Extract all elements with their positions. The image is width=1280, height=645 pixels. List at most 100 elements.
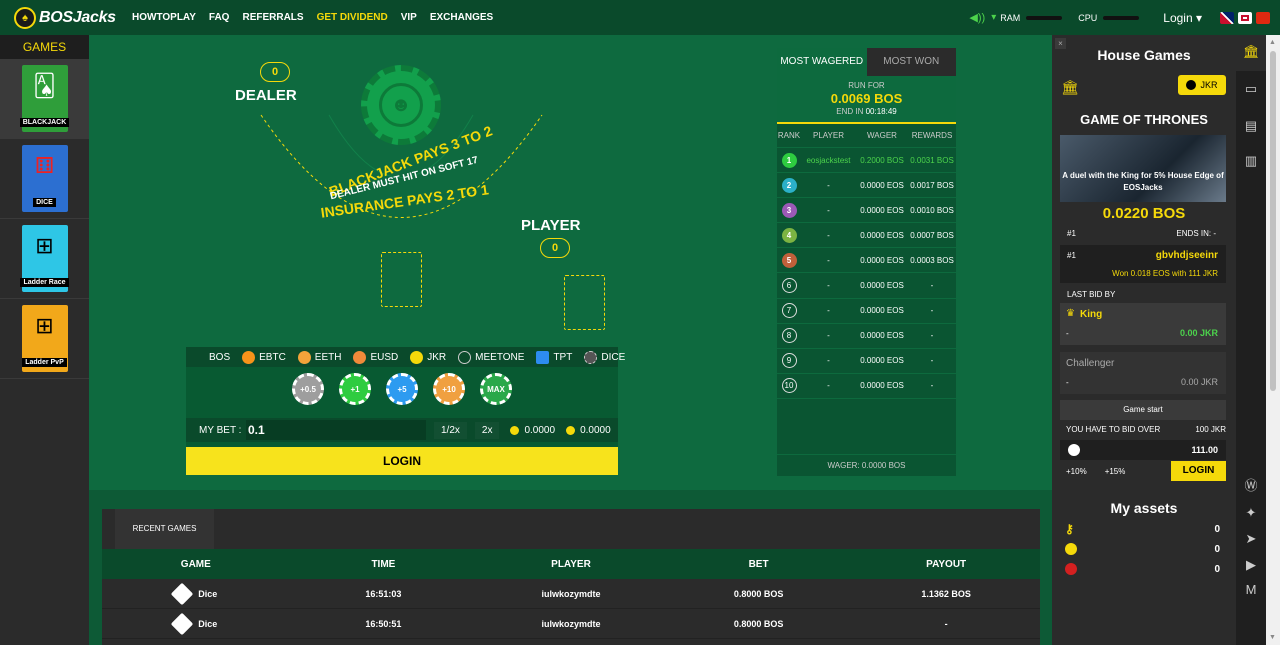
currency-meetone[interactable]: MEETONE xyxy=(458,350,524,364)
news-icon[interactable]: ▤ xyxy=(1243,118,1259,134)
chip-5[interactable]: +5 xyxy=(386,373,418,405)
flag-kr-icon[interactable] xyxy=(1238,11,1252,24)
got-banner: A duel with the King for 5% House Edge o… xyxy=(1060,135,1226,202)
wager-cell: 0.0000 EOS xyxy=(860,331,904,341)
header-rank: RANK xyxy=(777,131,801,140)
cpu-meter xyxy=(1103,15,1140,20)
got-title: GAME OF THRONES xyxy=(1080,112,1208,127)
house-login-button[interactable]: LOGIN xyxy=(1171,461,1226,481)
game-start-button[interactable]: Game start xyxy=(1060,400,1226,420)
bet-amount-input[interactable]: 0.1 xyxy=(246,420,426,440)
reward-cell: - xyxy=(930,281,934,291)
tab-most-won[interactable]: MOST WON xyxy=(866,48,956,76)
rank-badge: 8 xyxy=(781,328,797,344)
wallet-icon[interactable]: ▭ xyxy=(1243,81,1259,97)
dice-coin-icon xyxy=(584,350,598,364)
chip-max[interactable]: MAX xyxy=(480,373,512,405)
rank-badge: 10 xyxy=(781,378,797,394)
login-button[interactable]: LOGIN xyxy=(186,447,618,475)
bid-amount-input[interactable]: 111.00 xyxy=(1060,440,1226,460)
logo-text: BOSJacks xyxy=(39,8,116,26)
youtube-icon[interactable]: ▶ xyxy=(1243,557,1259,573)
plus-10-button[interactable]: +10% xyxy=(1066,467,1087,476)
chip-10[interactable]: +10 xyxy=(433,373,465,405)
ladder-icon: ⊞ Ladder Race xyxy=(20,225,69,292)
currency-eeth[interactable]: EETH xyxy=(297,350,341,364)
wager-cell: 0.0000 EOS xyxy=(860,306,904,316)
player-score: 0 xyxy=(540,238,570,258)
wifi-icon: ▾ xyxy=(991,12,997,23)
currency-dice[interactable]: DICE xyxy=(584,350,625,364)
scroll-down-icon[interactable]: ▼ xyxy=(1269,634,1276,641)
nav-faq[interactable]: FAQ xyxy=(209,12,230,23)
jkr-icon xyxy=(1068,444,1080,456)
header-time: TIME xyxy=(371,558,396,570)
leaderboard-row: 3 - 0.0000 EOS 0.0010 BOS xyxy=(777,198,956,224)
flag-uk-icon[interactable] xyxy=(1220,11,1234,24)
bank-icon[interactable]: 🏛 xyxy=(1243,44,1260,60)
currency-jkr[interactable]: JKR xyxy=(410,350,446,364)
logo[interactable]: ♠ BOSJacks xyxy=(14,6,132,29)
key-icon: ⚷ xyxy=(1065,522,1074,536)
medium-icon[interactable]: M xyxy=(1243,582,1259,598)
reward-cell: 0.0007 BOS xyxy=(910,230,954,240)
reward-cell: - xyxy=(930,381,934,391)
scroll-up-icon[interactable]: ▲ xyxy=(1269,39,1276,46)
nav-vip[interactable]: VIP xyxy=(401,12,417,23)
chip-1[interactable]: +1 xyxy=(339,373,371,405)
meetone-icon xyxy=(458,350,472,364)
tab-recent-games[interactable]: RECENT GAMES xyxy=(115,509,214,549)
game-label: BLACKJACK xyxy=(19,118,70,127)
nav-howtoplay[interactable]: HOWTOPLAY xyxy=(132,12,196,23)
plus-15-button[interactable]: +15% xyxy=(1105,467,1126,476)
jkr-coin-icon xyxy=(1065,543,1077,555)
currency-eusd[interactable]: EUSD xyxy=(353,350,398,364)
currency-bos[interactable]: BOS xyxy=(209,352,230,363)
leaderboard-row: 10 - 0.0000 EOS - xyxy=(777,374,956,399)
leaderboard-row: 5 - 0.0000 EOS 0.0003 BOS xyxy=(777,248,956,274)
top-right: ◀)) ▾ RAM CPU Login ▾ xyxy=(969,0,1270,35)
half-bet-button[interactable]: 1/2x xyxy=(434,421,467,439)
rank-badge: 7 xyxy=(781,303,797,319)
volume-icon[interactable]: ◀)) xyxy=(969,11,985,24)
game-tile-dice[interactable]: ⚅ DICE xyxy=(0,139,89,219)
asset-row: 0 xyxy=(1065,563,1220,575)
bet-row: MY BET : 0.1 1/2x 2x 0.0000 0.0000 xyxy=(186,418,618,442)
games-title: GAMES xyxy=(0,35,89,59)
currency-ebtc[interactable]: EBTC xyxy=(242,350,286,364)
bid-over-row: YOU HAVE TO BID OVER 100 JKR xyxy=(1066,425,1226,434)
game-label: DICE xyxy=(33,198,56,207)
game-tile-blackjack[interactable]: 🂡 BLACKJACK xyxy=(0,59,89,139)
telegram-icon[interactable]: ➤ xyxy=(1243,531,1259,547)
double-bet-button[interactable]: 2x xyxy=(474,421,500,439)
leaderboard-row: 7 - 0.0000 EOS - xyxy=(777,299,956,324)
wordpress-icon[interactable]: Ⓦ xyxy=(1243,478,1259,494)
header-wager: WAGER xyxy=(867,131,897,140)
nav-exchanges[interactable]: EXCHANGES xyxy=(430,12,493,23)
jkr-token-button[interactable]: JKR xyxy=(1178,75,1226,95)
header-game: GAME xyxy=(180,558,211,570)
currency-tpt[interactable]: TPT xyxy=(536,350,572,364)
player-cell: eosjackstest xyxy=(806,155,851,165)
close-icon[interactable]: × xyxy=(1055,38,1066,49)
tab-most-wagered[interactable]: MOST WAGERED xyxy=(777,48,867,76)
scrollbar[interactable]: ▲ ▼ xyxy=(1266,35,1280,645)
wager-cell: 0.0000 EOS xyxy=(860,180,904,190)
rank-badge: 5 xyxy=(781,252,797,268)
coin-icon xyxy=(510,425,520,435)
game-tile-ladder-race[interactable]: ⊞ Ladder Race xyxy=(0,219,89,299)
login-menu[interactable]: Login ▾ xyxy=(1163,11,1202,25)
stats-icon[interactable]: ▥ xyxy=(1243,153,1259,169)
nav-get-dividend[interactable]: GET DIVIDEND xyxy=(317,12,388,23)
twitter-icon[interactable]: ✦ xyxy=(1243,505,1259,521)
flag-cn-icon[interactable] xyxy=(1256,11,1270,24)
chip-0-5[interactable]: +0.5 xyxy=(292,373,324,405)
header-player: PLAYER xyxy=(813,131,844,140)
game-tile-ladder-pvp[interactable]: ⊞ Ladder PvP xyxy=(0,299,89,379)
bet-panel: BOS EBTC EETH EUSD JKR MEETONE TPT DICE … xyxy=(186,347,625,475)
nav-referrals[interactable]: REFERRALS xyxy=(242,12,303,23)
leaderboard-row: 4 - 0.0000 EOS 0.0007 BOS xyxy=(777,223,956,249)
scroll-thumb[interactable] xyxy=(1270,51,1276,391)
eusd-icon xyxy=(353,350,367,364)
logo-chip-icon: ♠ xyxy=(14,6,36,29)
